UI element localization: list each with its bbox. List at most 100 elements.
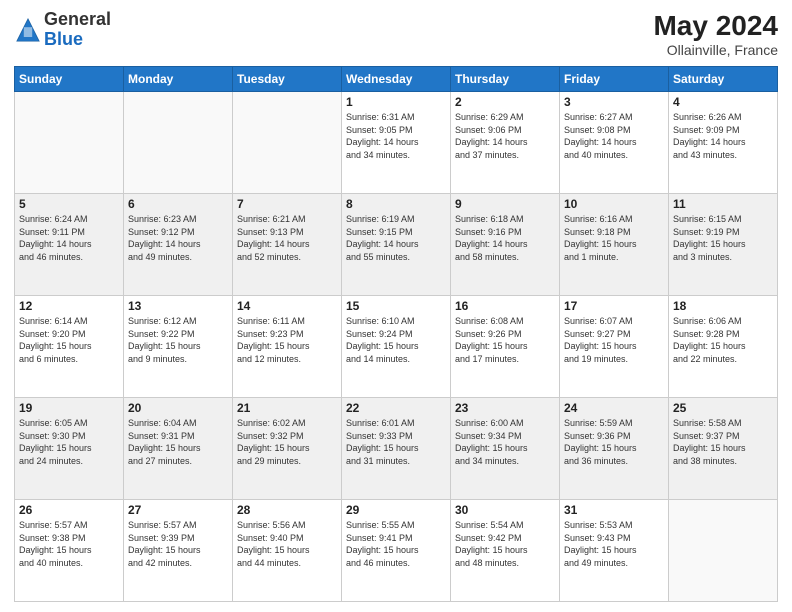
- day-number: 1: [346, 95, 446, 109]
- page: General Blue May 2024 Ollainville, Franc…: [0, 0, 792, 612]
- calendar-cell: 25Sunrise: 5:58 AM Sunset: 9:37 PM Dayli…: [669, 398, 778, 500]
- calendar-header-friday: Friday: [560, 67, 669, 92]
- day-number: 20: [128, 401, 228, 415]
- calendar-cell: 17Sunrise: 6:07 AM Sunset: 9:27 PM Dayli…: [560, 296, 669, 398]
- calendar-table: SundayMondayTuesdayWednesdayThursdayFrid…: [14, 66, 778, 602]
- calendar-cell: 14Sunrise: 6:11 AM Sunset: 9:23 PM Dayli…: [233, 296, 342, 398]
- day-detail: Sunrise: 6:16 AM Sunset: 9:18 PM Dayligh…: [564, 213, 664, 263]
- logo: General Blue: [14, 10, 111, 50]
- calendar-header-sunday: Sunday: [15, 67, 124, 92]
- day-number: 29: [346, 503, 446, 517]
- header: General Blue May 2024 Ollainville, Franc…: [14, 10, 778, 58]
- day-number: 28: [237, 503, 337, 517]
- day-number: 18: [673, 299, 773, 313]
- day-number: 13: [128, 299, 228, 313]
- day-detail: Sunrise: 6:01 AM Sunset: 9:33 PM Dayligh…: [346, 417, 446, 467]
- day-detail: Sunrise: 6:19 AM Sunset: 9:15 PM Dayligh…: [346, 213, 446, 263]
- calendar-week-2: 5 Sunrise: 6:24 AM Sunset: 9:11 PM Daylig…: [15, 194, 778, 296]
- day-detail: Sunrise: 6:23 AM Sunset: 9:12 PM Dayligh…: [128, 213, 228, 263]
- calendar-cell: [233, 92, 342, 194]
- month-year: May 2024: [653, 10, 778, 42]
- day-detail: Sunrise: 6:05 AM Sunset: 9:30 PM Dayligh…: [19, 417, 119, 467]
- calendar-header-wednesday: Wednesday: [342, 67, 451, 92]
- day-detail: Sunrise: 6:18 AM Sunset: 9:16 PM Dayligh…: [455, 213, 555, 263]
- calendar-cell: 12 Sunrise: 6:14 AM Sunset: 9:20 PM Dayli…: [15, 296, 124, 398]
- calendar-cell: 7 Sunrise: 6:21 AM Sunset: 9:13 PM Daylig…: [233, 194, 342, 296]
- day-detail: Sunrise: 6:02 AM Sunset: 9:32 PM Dayligh…: [237, 417, 337, 467]
- day-detail: Sunrise: 6:08 AM Sunset: 9:26 PM Dayligh…: [455, 315, 555, 365]
- calendar-cell: 10Sunrise: 6:16 AM Sunset: 9:18 PM Dayli…: [560, 194, 669, 296]
- calendar-cell: [669, 500, 778, 602]
- calendar-cell: 22 Sunrise: 6:01 AM Sunset: 9:33 PM Dayli…: [342, 398, 451, 500]
- calendar-cell: 30 Sunrise: 5:54 AM Sunset: 9:42 PM Dayli…: [451, 500, 560, 602]
- day-number: 15: [346, 299, 446, 313]
- calendar-cell: 9 Sunrise: 6:18 AM Sunset: 9:16 PM Daylig…: [451, 194, 560, 296]
- day-number: 19: [19, 401, 119, 415]
- day-number: 8: [346, 197, 446, 211]
- day-detail: Sunrise: 6:15 AM Sunset: 9:19 PM Dayligh…: [673, 213, 773, 263]
- calendar-cell: 1 Sunrise: 6:31 AM Sunset: 9:05 PM Daylig…: [342, 92, 451, 194]
- day-number: 2: [455, 95, 555, 109]
- day-number: 7: [237, 197, 337, 211]
- day-number: 22: [346, 401, 446, 415]
- day-detail: Sunrise: 5:59 AM Sunset: 9:36 PM Dayligh…: [564, 417, 664, 467]
- calendar-cell: 29Sunrise: 5:55 AM Sunset: 9:41 PM Dayli…: [342, 500, 451, 602]
- calendar-cell: 4 Sunrise: 6:26 AM Sunset: 9:09 PM Daylig…: [669, 92, 778, 194]
- calendar-cell: 8 Sunrise: 6:19 AM Sunset: 9:15 PM Daylig…: [342, 194, 451, 296]
- calendar-cell: [124, 92, 233, 194]
- day-detail: Sunrise: 6:12 AM Sunset: 9:22 PM Dayligh…: [128, 315, 228, 365]
- calendar-header-monday: Monday: [124, 67, 233, 92]
- logo-blue-label: Blue: [44, 30, 111, 50]
- calendar-header-row: SundayMondayTuesdayWednesdayThursdayFrid…: [15, 67, 778, 92]
- calendar-cell: 18 Sunrise: 6:06 AM Sunset: 9:28 PM Dayli…: [669, 296, 778, 398]
- calendar-cell: 31Sunrise: 5:53 AM Sunset: 9:43 PM Dayli…: [560, 500, 669, 602]
- day-detail: Sunrise: 6:26 AM Sunset: 9:09 PM Dayligh…: [673, 111, 773, 161]
- calendar-cell: [15, 92, 124, 194]
- day-detail: Sunrise: 5:56 AM Sunset: 9:40 PM Dayligh…: [237, 519, 337, 569]
- calendar-cell: 13 Sunrise: 6:12 AM Sunset: 9:22 PM Dayli…: [124, 296, 233, 398]
- calendar-week-3: 12 Sunrise: 6:14 AM Sunset: 9:20 PM Dayli…: [15, 296, 778, 398]
- calendar-cell: 20 Sunrise: 6:04 AM Sunset: 9:31 PM Dayli…: [124, 398, 233, 500]
- day-detail: Sunrise: 6:04 AM Sunset: 9:31 PM Dayligh…: [128, 417, 228, 467]
- day-detail: Sunrise: 6:31 AM Sunset: 9:05 PM Dayligh…: [346, 111, 446, 161]
- day-detail: Sunrise: 5:54 AM Sunset: 9:42 PM Dayligh…: [455, 519, 555, 569]
- day-detail: Sunrise: 6:00 AM Sunset: 9:34 PM Dayligh…: [455, 417, 555, 467]
- calendar-cell: 19 Sunrise: 6:05 AM Sunset: 9:30 PM Dayli…: [15, 398, 124, 500]
- calendar-cell: 28 Sunrise: 5:56 AM Sunset: 9:40 PM Dayli…: [233, 500, 342, 602]
- day-detail: Sunrise: 6:21 AM Sunset: 9:13 PM Dayligh…: [237, 213, 337, 263]
- day-detail: Sunrise: 6:24 AM Sunset: 9:11 PM Dayligh…: [19, 213, 119, 263]
- calendar-header-thursday: Thursday: [451, 67, 560, 92]
- calendar-cell: 3Sunrise: 6:27 AM Sunset: 9:08 PM Daylig…: [560, 92, 669, 194]
- day-number: 23: [455, 401, 555, 415]
- calendar-header-saturday: Saturday: [669, 67, 778, 92]
- day-number: 16: [455, 299, 555, 313]
- day-number: 5: [19, 197, 119, 211]
- calendar-cell: 26 Sunrise: 5:57 AM Sunset: 9:38 PM Dayli…: [15, 500, 124, 602]
- day-detail: Sunrise: 5:57 AM Sunset: 9:38 PM Dayligh…: [19, 519, 119, 569]
- day-number: 9: [455, 197, 555, 211]
- calendar-cell: 27Sunrise: 5:57 AM Sunset: 9:39 PM Dayli…: [124, 500, 233, 602]
- day-number: 3: [564, 95, 664, 109]
- day-number: 4: [673, 95, 773, 109]
- day-detail: Sunrise: 6:14 AM Sunset: 9:20 PM Dayligh…: [19, 315, 119, 365]
- day-detail: Sunrise: 6:10 AM Sunset: 9:24 PM Dayligh…: [346, 315, 446, 365]
- day-number: 30: [455, 503, 555, 517]
- day-number: 26: [19, 503, 119, 517]
- calendar-cell: 24Sunrise: 5:59 AM Sunset: 9:36 PM Dayli…: [560, 398, 669, 500]
- day-number: 14: [237, 299, 337, 313]
- location: Ollainville, France: [653, 42, 778, 58]
- day-number: 25: [673, 401, 773, 415]
- calendar-week-1: 1 Sunrise: 6:31 AM Sunset: 9:05 PM Daylig…: [15, 92, 778, 194]
- logo-text: General Blue: [44, 10, 111, 50]
- day-number: 6: [128, 197, 228, 211]
- day-number: 12: [19, 299, 119, 313]
- logo-icon: [14, 16, 42, 44]
- calendar-cell: 2Sunrise: 6:29 AM Sunset: 9:06 PM Daylig…: [451, 92, 560, 194]
- day-detail: Sunrise: 5:53 AM Sunset: 9:43 PM Dayligh…: [564, 519, 664, 569]
- title-block: May 2024 Ollainville, France: [653, 10, 778, 58]
- day-number: 27: [128, 503, 228, 517]
- calendar-cell: 5 Sunrise: 6:24 AM Sunset: 9:11 PM Daylig…: [15, 194, 124, 296]
- day-detail: Sunrise: 6:06 AM Sunset: 9:28 PM Dayligh…: [673, 315, 773, 365]
- day-number: 11: [673, 197, 773, 211]
- logo-general-label: General: [44, 10, 111, 30]
